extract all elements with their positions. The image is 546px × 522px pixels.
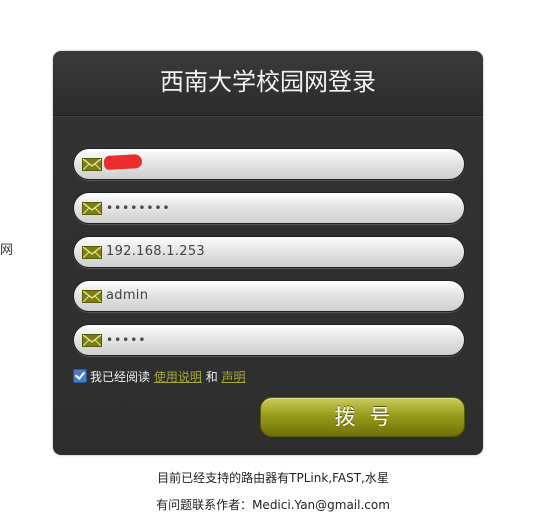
agree-checkbox[interactable] — [73, 369, 87, 383]
envelope-icon — [82, 202, 102, 215]
router-user-value: admin — [106, 288, 149, 303]
agreement-row: 我已经阅读 使用说明 和 声明 — [73, 369, 246, 385]
side-text: 网 — [0, 243, 14, 258]
username-field[interactable] — [73, 148, 465, 180]
password-value: •••••••• — [106, 201, 171, 215]
envelope-icon — [82, 290, 102, 303]
agree-and: 和 — [205, 370, 218, 384]
router-password-value: ••••• — [106, 333, 147, 347]
redaction-mark — [103, 154, 143, 170]
page-title: 西南大学校园网登录 — [53, 51, 483, 116]
envelope-icon — [82, 158, 102, 171]
statement-link[interactable]: 声明 — [222, 370, 246, 384]
envelope-icon — [82, 246, 102, 259]
contact-text: 有问题联系作者：Medici.Yan@gmail.com — [156, 498, 390, 512]
dial-button[interactable]: 拨号 — [260, 397, 465, 437]
login-panel: 西南大学校园网登录 •••••••• 192.168.1.253 admin •… — [53, 51, 483, 455]
usage-guide-link[interactable]: 使用说明 — [154, 370, 202, 384]
router-ip-value: 192.168.1.253 — [106, 244, 206, 259]
password-field[interactable]: •••••••• — [73, 192, 465, 224]
router-password-field[interactable]: ••••• — [73, 324, 465, 356]
router-ip-field[interactable]: 192.168.1.253 — [73, 236, 465, 268]
agree-prefix: 我已经阅读 — [90, 370, 151, 384]
router-user-field[interactable]: admin — [73, 280, 465, 312]
envelope-icon — [82, 334, 102, 347]
supported-routers-text: 目前已经支持的路由器有TPLink,FAST,水星 — [157, 471, 389, 485]
